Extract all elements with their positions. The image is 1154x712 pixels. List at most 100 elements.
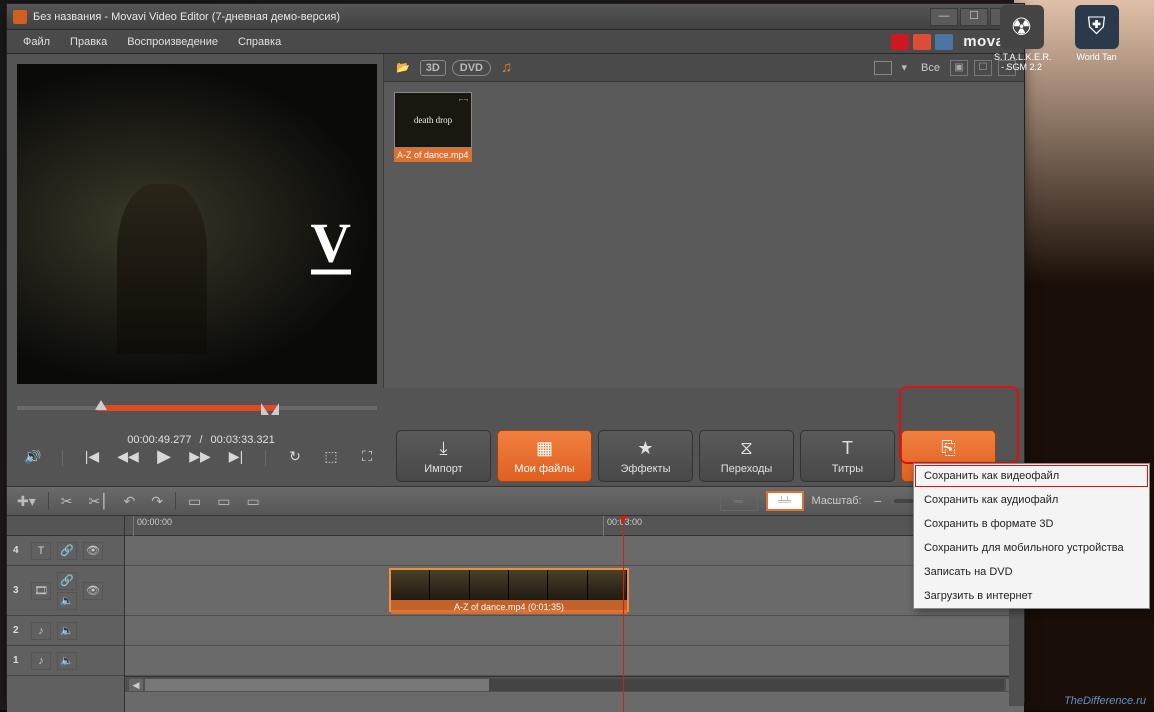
track-number: 1 [13,655,25,666]
link-icon[interactable]: 🔗 [57,572,77,590]
music-note-icon[interactable]: ♫ [497,57,516,78]
save-as-audio[interactable]: Сохранить как аудиофайл [914,488,1149,512]
titlebar[interactable]: Без названия - Movavi Video Editor (7-дн… [7,4,1024,30]
eye-icon[interactable]: 👁 [83,582,103,600]
desktop-icon-label: S.T.A.L.K.E.R. - SGM 2.2 [994,52,1049,72]
track-lane-2[interactable] [125,616,1024,646]
track-header-3[interactable]: 3 🎞 🔗 🔈 👁 [7,566,124,616]
burn-dvd[interactable]: Записать на DVD [914,560,1149,584]
skip-end-icon[interactable]: ▶| [225,448,247,465]
music-icon: ♪ [31,622,51,640]
app-icon [13,10,27,24]
workspace: V 📂 3D DVD ♫ ▾ Все ▣ ☐ ♪ ⌐¬ [7,54,1024,388]
myfiles-label: Мои файлы [514,463,574,475]
track-number: 3 [13,585,25,596]
track-number: 4 [13,545,25,556]
titles-label: Титры [832,463,863,475]
view-image-icon[interactable]: ☐ [974,60,992,76]
scroll-left-icon[interactable]: ◀ [129,679,143,691]
timeline-toolbar: ✚▾ ✂ ✂⎮ ↶ ↷ ▭ ▭ ▭ ▫▫▫ ╧╧ Масштаб: − + [7,486,1024,516]
googleplus-icon[interactable] [913,34,931,50]
track-lane-4[interactable] [125,536,1024,566]
filter-all[interactable]: Все [917,62,944,74]
menu-playback[interactable]: Воспроизведение [117,32,228,52]
menu-help[interactable]: Справка [228,32,291,52]
volume-icon[interactable]: 🔊 [22,448,44,465]
timeline-mode[interactable]: ╧╧ [766,491,804,511]
storyboard-mode[interactable]: ▫▫▫ [720,491,758,511]
zoom-out-icon[interactable]: − [870,491,886,511]
main-buttons: ⤓ Импорт ▦ Мои файлы ★ Эффекты ⧖ Переход… [396,430,996,482]
track-header-1[interactable]: 1 ♪ 🔈 [7,646,124,676]
radiation-icon: ☢ [1000,5,1044,49]
track-area[interactable]: 00:00:00 00:03:00 A-Z of dance.mp4 (0:01… [125,516,1024,712]
horizontal-scrollbar[interactable]: ◀ ▶ [125,676,1024,692]
timeline: 4 T 🔗 👁 3 🎞 🔗 🔈 👁 2 ♪ 🔈 1 [7,516,1024,712]
time-current: 00:00:49.277 [127,434,191,446]
menu-edit[interactable]: Правка [60,32,117,52]
eye-icon[interactable]: 👁 [83,542,103,560]
maximize-button[interactable]: ☐ [960,8,988,26]
loop-icon[interactable]: ↻ [284,448,306,465]
media-library[interactable]: ⌐¬ death drop A-Z of dance.mp4 [384,82,1024,388]
cut-icon[interactable]: ✂ [57,491,77,512]
scroll-track[interactable] [145,679,1004,691]
track-header-4[interactable]: 4 T 🔗 👁 [7,536,124,566]
upload-web[interactable]: Загрузить в интернет [914,584,1149,608]
track-lane-1[interactable] [125,646,1024,676]
clip-frames [391,570,627,600]
step-forward-icon[interactable]: ▶▶ [189,448,211,465]
3d-button[interactable]: 3D [420,60,446,76]
menu-file[interactable]: Файл [13,32,60,52]
undo-icon[interactable]: ↶ [120,491,140,512]
preview-video[interactable]: V [17,64,377,384]
timeline-clip[interactable]: A-Z of dance.mp4 (0:01:35) [389,568,629,612]
view-video-icon[interactable]: ▣ [950,60,968,76]
import-button[interactable]: ⤓ Импорт [396,430,491,482]
out-marker-icon[interactable] [261,397,279,415]
skip-start-icon[interactable]: |◀ [81,448,103,465]
myfiles-button[interactable]: ▦ Мои файлы [497,430,592,482]
titles-button[interactable]: T Титры [800,430,895,482]
playhead[interactable] [623,516,624,712]
app-window: Без названия - Movavi Video Editor (7-дн… [6,3,1025,703]
save-as-3d[interactable]: Сохранить в формате 3D [914,512,1149,536]
scrub-progress [97,405,277,411]
split-icon[interactable]: ✂⎮ [85,491,112,512]
aspect-selector[interactable] [874,61,892,75]
save-for-mobile[interactable]: Сохранить для мобильного устройства [914,536,1149,560]
speaker-icon[interactable]: 🔈 [57,622,77,640]
speaker-icon[interactable]: 🔈 [57,652,77,670]
scroll-thumb[interactable] [145,679,489,691]
track-image-icon[interactable]: ▭ [213,491,234,512]
desktop-icon-stalker[interactable]: ☢ S.T.A.L.K.E.R. - SGM 2.2 [994,5,1049,72]
fullscreen-icon[interactable]: ⛶ [356,448,378,465]
text-icon: T [842,438,853,459]
in-marker-icon[interactable] [95,400,107,410]
crop-icon[interactable]: ⬚ [320,448,342,465]
minimize-button[interactable]: — [930,8,958,26]
track-header-2[interactable]: 2 ♪ 🔈 [7,616,124,646]
folder-open-icon[interactable]: 📂 [392,59,414,76]
track-video-icon[interactable]: ▭ [184,491,205,512]
effects-button[interactable]: ★ Эффекты [598,430,693,482]
youtube-icon[interactable] [891,34,909,50]
add-button[interactable]: ✚▾ [13,491,40,512]
save-as-video[interactable]: Сохранить как видеофайл [914,464,1149,488]
media-pane: 📂 3D DVD ♫ ▾ Все ▣ ☐ ♪ ⌐¬ death drop A [383,54,1024,388]
aspect-dropdown-icon[interactable]: ▾ [898,59,912,76]
speaker-icon[interactable]: 🔈 [57,592,77,610]
link-icon[interactable]: 🔗 [57,542,77,560]
preview-overlay-letter: V [311,212,351,275]
track-lane-3[interactable]: A-Z of dance.mp4 (0:01:35) [125,566,1024,616]
desktop-icon-wot[interactable]: ⛨ World Tan [1069,5,1124,72]
step-back-icon[interactable]: ◀◀ [117,448,139,465]
track-audio-icon[interactable]: ▭ [242,491,263,512]
scrub-track[interactable] [17,400,377,414]
time-ruler[interactable]: 00:00:00 00:03:00 [125,516,1024,536]
dvd-button[interactable]: DVD [452,60,491,76]
transitions-button[interactable]: ⧖ Переходы [699,430,794,482]
media-clip[interactable]: ⌐¬ death drop A-Z of dance.mp4 [394,92,472,162]
redo-icon[interactable]: ↷ [147,491,167,512]
vk-icon[interactable] [935,34,953,50]
